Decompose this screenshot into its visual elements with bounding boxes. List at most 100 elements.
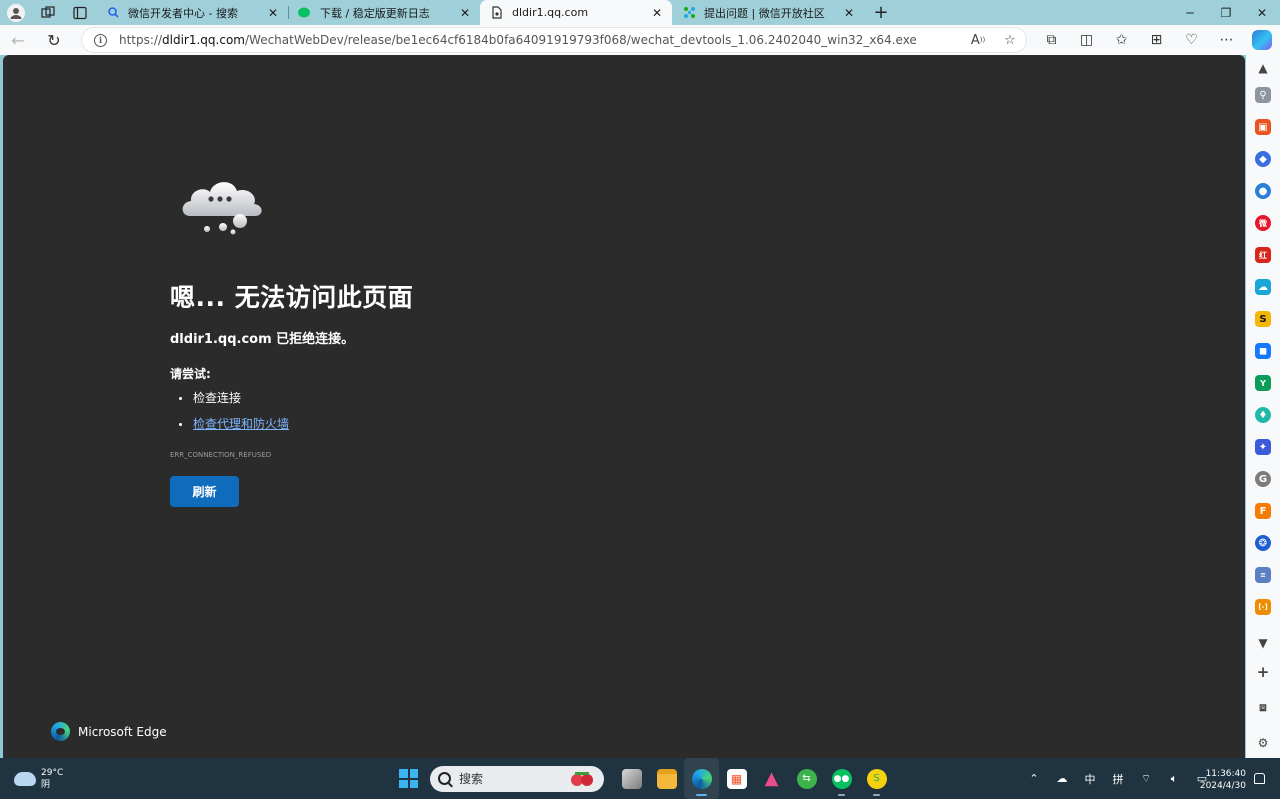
taskbar-search[interactable]: 搜索 <box>430 765 604 792</box>
tab-wechat-dev-search[interactable]: 微信开发者中心 - 搜索 ✕ <box>96 0 288 25</box>
strawberry-icon <box>571 771 593 786</box>
puzzle-app-icon[interactable]: ✦ <box>1255 439 1271 455</box>
read-aloud-icon[interactable]: A)) <box>962 33 994 48</box>
volume-icon[interactable]: 🔈︎ <box>1160 772 1188 786</box>
store-app[interactable]: ▦ <box>719 758 754 799</box>
add-sidebar-app-icon[interactable]: + <box>1255 663 1271 681</box>
favorites-icon[interactable]: ✩ <box>1104 25 1139 55</box>
orange-app-icon[interactable]: F <box>1255 503 1271 519</box>
box-app-icon[interactable]: ◼ <box>1255 343 1271 359</box>
design-app[interactable]: ▲ <box>754 758 789 799</box>
workspaces-icon[interactable] <box>32 0 64 25</box>
address-bar[interactable]: i https://dldir1.qq.com/WechatWebDev/rel… <box>82 28 1026 52</box>
reload-icon[interactable]: ↻ <box>36 25 72 55</box>
tab-actions-icon[interactable] <box>64 0 96 25</box>
performance-icon[interactable]: ♡ <box>1174 25 1209 55</box>
text-app-icon[interactable]: ≡ <box>1255 567 1271 583</box>
search-icon[interactable]: ⚲ <box>1255 87 1271 103</box>
tab-wechat-community[interactable]: 提出问题 | 微信开放社区 ✕ <box>672 0 864 25</box>
close-window-icon[interactable]: ✕ <box>1244 0 1280 25</box>
minimize-icon[interactable]: ─ <box>1172 0 1208 25</box>
address-url[interactable]: https://dldir1.qq.com/WechatWebDev/relea… <box>119 33 962 47</box>
url-path: /WechatWebDev/release/be1ec64cf6184b0fa6… <box>244 33 917 47</box>
taskbar-search-placeholder: 搜索 <box>459 772 484 786</box>
sidebar-settings-icon[interactable]: ⚙ <box>1255 735 1271 751</box>
tab-close-icon[interactable]: ✕ <box>650 6 664 20</box>
g-app-icon[interactable]: G <box>1255 471 1271 487</box>
search-glass-icon <box>438 772 451 785</box>
ime-language[interactable]: 中 <box>1076 771 1104 787</box>
suggestion-text: 检查连接 <box>193 391 242 405</box>
notification-bell-icon[interactable] <box>1254 773 1265 784</box>
tab-strip: 微信开发者中心 - 搜索 ✕ 下载 / 稳定版更新日志 ✕ dldir1.qq.… <box>0 0 1280 25</box>
error-reason: 已拒绝连接。 <box>271 332 355 347</box>
task-view-app[interactable] <box>614 758 649 799</box>
tab-title: 微信开发者中心 - 搜索 <box>128 6 238 20</box>
windows-start-icon[interactable] <box>399 769 418 788</box>
refresh-button[interactable]: 刷新 <box>170 476 239 507</box>
url-host: dldir1.qq.com <box>162 33 245 47</box>
more-options-icon[interactable]: ⋯ <box>1209 25 1244 55</box>
green-arrow-app[interactable]: ⇆ <box>789 758 824 799</box>
taskbar-apps: 搜索 ▦ ▲ ⇆ ●● S <box>396 758 894 799</box>
drop-icon[interactable]: ● <box>1255 183 1271 199</box>
cyan-app-icon[interactable]: ♦ <box>1255 407 1271 423</box>
tab-dldir1[interactable]: dldir1.qq.com ✕ <box>480 0 672 25</box>
extensions-icon[interactable]: ⧉ <box>1034 25 1069 55</box>
toolbox-icon[interactable]: ▣ <box>1255 119 1271 135</box>
file-explorer-app[interactable] <box>649 758 684 799</box>
favorite-star-icon[interactable]: ☆ <box>994 33 1026 48</box>
back-icon[interactable]: ← <box>0 25 36 55</box>
red-app-icon[interactable]: 红 <box>1255 247 1271 263</box>
brand-name: Microsoft Edge <box>78 724 167 739</box>
edge-sidebar: ▲ ⚲ ▣ ◆ ● 微 红 ☁ S ◼ Y ♦ ✦ G F ❂ ≡ [-] ▼ … <box>1246 55 1280 758</box>
tab-close-icon[interactable]: ✕ <box>842 6 856 20</box>
edge-app[interactable] <box>684 758 719 799</box>
site-info-icon[interactable]: i <box>94 33 107 47</box>
tab-close-icon[interactable]: ✕ <box>458 6 472 20</box>
edge-logo-icon <box>51 722 70 741</box>
hide-sidebar-icon[interactable]: ⧈ <box>1255 699 1271 715</box>
scroll-down-icon[interactable]: ▼ <box>1255 635 1271 651</box>
clock-time: 11:36:40 <box>1205 769 1246 779</box>
try-heading: 请尝试: <box>170 367 211 381</box>
wifi-icon[interactable]: ⌔ <box>1132 772 1160 786</box>
clock-date: 2024/4/30 <box>1199 781 1246 791</box>
copilot-sidebar-icon[interactable]: ◆ <box>1255 151 1271 167</box>
blue-gear-app-icon[interactable]: ❂ <box>1255 535 1271 551</box>
cloud-app-icon[interactable]: ☁ <box>1255 279 1271 295</box>
restore-icon[interactable]: ❐ <box>1208 0 1244 25</box>
check-proxy-link[interactable]: 检查代理和防火墙 <box>193 417 289 431</box>
bracket-app-icon[interactable]: [-] <box>1255 599 1271 615</box>
broken-page-favicon-icon <box>490 6 504 20</box>
weibo-icon[interactable]: 微 <box>1255 215 1271 231</box>
community-favicon-icon <box>682 6 696 20</box>
scroll-up-icon[interactable]: ▲ <box>1255 60 1271 76</box>
tab-download-changelog[interactable]: 下载 / 稳定版更新日志 ✕ <box>288 0 480 25</box>
weather-widget[interactable]: 29°C 阴 <box>14 767 63 791</box>
weather-condition: 阴 <box>41 780 51 790</box>
edge-branding: Microsoft Edge <box>51 722 167 741</box>
yellow-app[interactable]: S <box>859 758 894 799</box>
new-tab-button[interactable]: + <box>864 0 898 25</box>
suggestion-check-proxy: 检查代理和防火墙 <box>170 417 289 443</box>
show-hidden-icons-icon[interactable]: ⌃ <box>1020 772 1048 785</box>
green-app-icon[interactable]: Y <box>1255 375 1271 391</box>
wechat-app[interactable]: ●● <box>824 758 859 799</box>
task-view-icon <box>621 768 642 789</box>
onedrive-icon[interactable]: ☁ <box>1048 772 1076 785</box>
suggestion-check-connection: 检查连接 <box>170 391 289 417</box>
tab-close-icon[interactable]: ✕ <box>266 6 280 20</box>
cloudy-weather-icon <box>14 772 36 786</box>
taskbar-clock[interactable]: 11:36:40 2024/4/30 <box>1196 768 1246 792</box>
collections-icon[interactable]: ⊞ <box>1139 25 1174 55</box>
search-favicon-icon <box>106 6 120 20</box>
yellow-app-icon[interactable]: S <box>1255 311 1271 327</box>
browser-toolbar: ← ↻ i https://dldir1.qq.com/WechatWebDev… <box>0 25 1280 55</box>
split-screen-icon[interactable]: ◫ <box>1069 25 1104 55</box>
copilot-icon[interactable] <box>1252 30 1272 50</box>
ime-mode[interactable]: 拼 <box>1104 771 1132 787</box>
wechat-icon: ●● <box>831 768 852 789</box>
green-arrow-icon: ⇆ <box>796 768 817 789</box>
profile-icon[interactable] <box>0 0 32 25</box>
